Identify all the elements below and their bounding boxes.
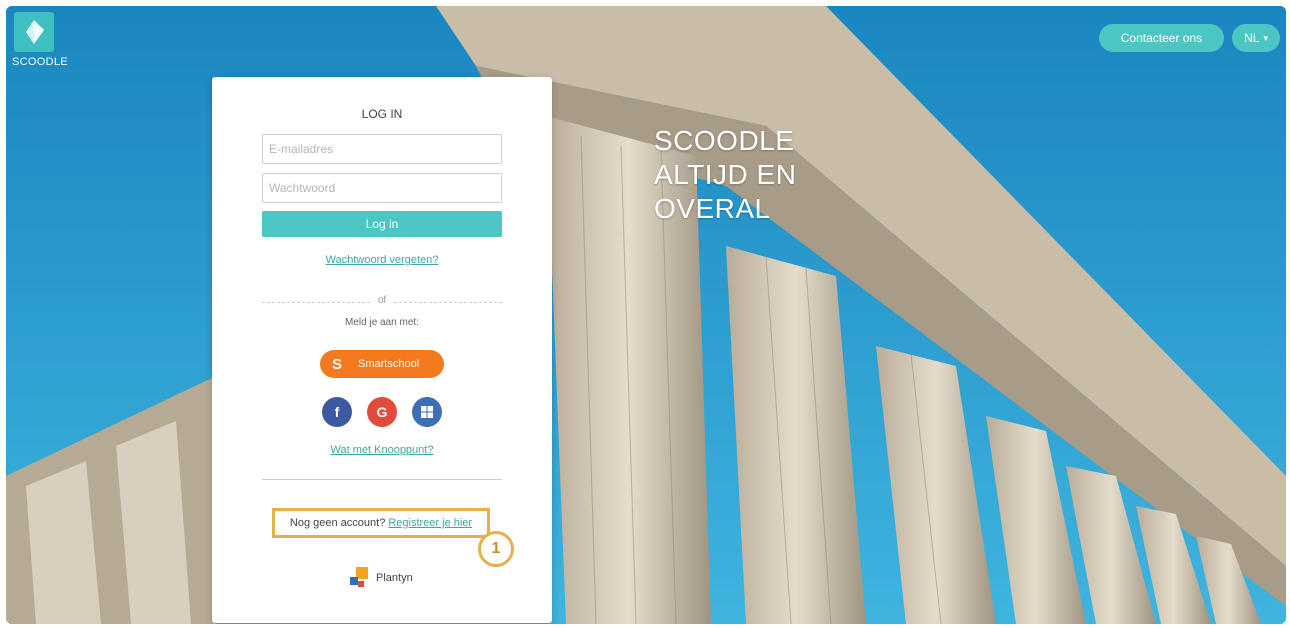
plantyn-logo-icon (350, 567, 368, 587)
language-selector[interactable]: NL ▾ (1232, 24, 1280, 52)
login-page: SCOODLE Contacteer ons NL ▾ SCOODLE ALTI… (6, 6, 1286, 624)
register-link[interactable]: Registreer je hier (388, 517, 472, 529)
language-label: NL (1244, 31, 1260, 45)
scoodle-logo-icon (14, 12, 54, 52)
divider-text: of (377, 295, 387, 306)
password-input[interactable] (262, 173, 502, 203)
login-button[interactable]: Log in (262, 211, 502, 237)
hero-tagline: SCOODLE ALTIJD EN OVERAL (654, 124, 796, 226)
parthenon-background (6, 6, 1286, 624)
chevron-down-icon: ▾ (1263, 32, 1268, 43)
hero-line: ALTIJD EN (654, 159, 797, 190)
google-login-button[interactable]: G (367, 397, 397, 427)
facebook-login-button[interactable]: f (322, 397, 352, 427)
microsoft-login-button[interactable] (412, 397, 442, 427)
step-marker: 1 (478, 531, 514, 567)
no-account-text: Nog geen account? (289, 517, 386, 529)
or-divider: of (262, 295, 502, 309)
hero-line: OVERAL (654, 193, 771, 224)
social-prompt: Meld je aan met: (345, 317, 419, 328)
social-login-buttons: f G (322, 397, 442, 427)
plantyn-logo[interactable]: Plantyn (350, 567, 413, 589)
header-actions: Contacteer ons NL ▾ (1098, 24, 1280, 52)
section-divider (262, 479, 502, 480)
forgot-password-link[interactable]: Wachtwoord vergeten? (212, 254, 552, 266)
google-icon: G (376, 404, 388, 420)
login-title: LOG IN (361, 107, 403, 121)
login-card: LOG IN Log in Wachtwoord vergeten? of Me… (212, 77, 552, 623)
smartschool-label: Smartschool (358, 358, 420, 370)
smartschool-button[interactable]: S Smartschool (320, 350, 444, 378)
logo-text: SCOODLE (12, 56, 68, 68)
scoodle-logo[interactable]: SCOODLE (12, 12, 68, 76)
publisher-name: Plantyn (376, 572, 413, 584)
email-input[interactable] (262, 134, 502, 164)
hero-line: SCOODLE (654, 125, 795, 156)
windows-icon (421, 406, 433, 418)
contact-button[interactable]: Contacteer ons (1098, 24, 1225, 52)
smartschool-icon: S (332, 355, 343, 373)
facebook-icon: f (334, 404, 340, 420)
register-highlight: Nog geen account? Registreer je hier (272, 508, 490, 538)
knooppunt-link[interactable]: Wat met Knooppunt? (212, 444, 552, 456)
